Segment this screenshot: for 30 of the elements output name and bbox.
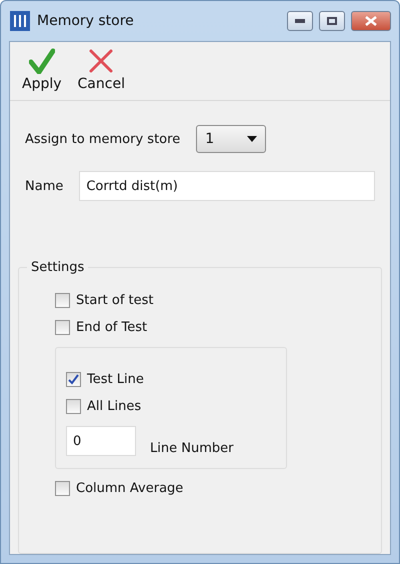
cross-icon xyxy=(88,48,114,74)
maximize-icon xyxy=(327,17,337,25)
minimize-button[interactable] xyxy=(287,11,313,31)
close-icon xyxy=(365,16,377,26)
checkbox[interactable] xyxy=(55,320,70,335)
field-label: Assign to memory store xyxy=(25,132,180,146)
checkbox[interactable] xyxy=(55,293,70,308)
checkbox-label: End of Test xyxy=(76,320,148,335)
field-label: Name xyxy=(25,178,64,194)
checkbox-label: Test Line xyxy=(87,372,144,387)
apply-button[interactable]: Apply xyxy=(22,48,62,92)
checkbox[interactable] xyxy=(66,399,81,414)
checkbox-label: All Lines xyxy=(87,399,142,414)
line-number-input[interactable]: 0 xyxy=(66,426,136,456)
group-title: Settings xyxy=(27,260,88,275)
maximize-button[interactable] xyxy=(319,11,345,31)
app-icon xyxy=(9,10,31,32)
checkbox[interactable] xyxy=(66,372,81,387)
checkmark-icon xyxy=(28,48,55,74)
name-input[interactable]: Corrtd dist(m) xyxy=(79,171,375,201)
checkbox-label: Column Average xyxy=(76,481,184,496)
caret-icon xyxy=(247,136,258,142)
close-button[interactable] xyxy=(351,11,391,31)
field-label: Line Number xyxy=(150,441,234,456)
checkbox-label: Start of test xyxy=(76,293,154,308)
window-title: Memory store xyxy=(37,13,135,29)
minimize-icon xyxy=(295,19,305,23)
checkbox[interactable] xyxy=(55,481,70,496)
store-dropdown[interactable]: 1 xyxy=(196,125,266,153)
cancel-button[interactable]: Cancel xyxy=(78,48,125,92)
